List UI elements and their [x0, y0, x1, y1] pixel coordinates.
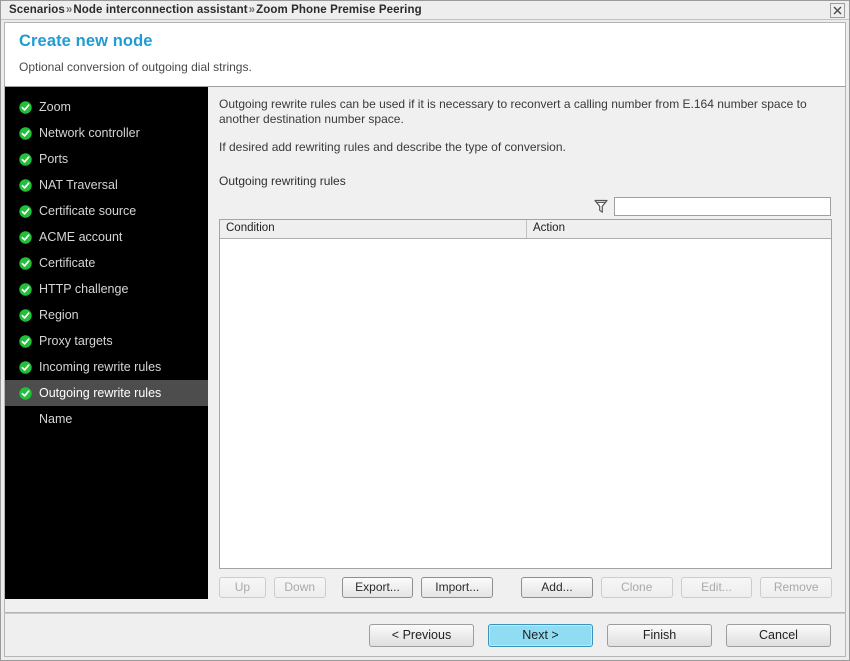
rules-table: Condition Action — [219, 219, 832, 569]
sidebar-item-label: Zoom — [39, 100, 71, 114]
check-circle-icon — [19, 334, 32, 348]
table-column-condition[interactable]: Condition — [220, 220, 527, 238]
sidebar-item-incoming-rewrite-rules[interactable]: Incoming rewrite rules — [5, 354, 208, 380]
filter-row — [219, 197, 832, 216]
check-circle-icon — [19, 204, 32, 218]
up-button: Up — [219, 577, 266, 598]
sidebar-item-label: Incoming rewrite rules — [39, 360, 162, 374]
sidebar-item-label: Outgoing rewrite rules — [39, 386, 162, 400]
check-circle-icon — [19, 100, 32, 114]
close-button[interactable] — [830, 2, 845, 18]
breadcrumb-item-scenarios[interactable]: Scenarios — [9, 4, 65, 16]
check-circle-icon — [19, 256, 32, 270]
sidebar-item-outgoing-rewrite-rules[interactable]: Outgoing rewrite rules — [5, 380, 208, 406]
check-circle-icon — [19, 178, 32, 192]
sidebar-item-label: Ports — [39, 152, 69, 166]
next-button[interactable]: Next > — [488, 623, 593, 647]
cancel-button[interactable]: Cancel — [726, 623, 831, 647]
wizard-window: Scenarios »Node interconnection assistant… — [0, 0, 850, 661]
body-area: Zoom Network controller Ports NAT Traversal… — [4, 87, 846, 613]
sidebar-item-label: Proxy targets — [39, 334, 113, 348]
main-content: Outgoing rewrite rules can be used if it… — [208, 87, 845, 612]
breadcrumb-item-assistant[interactable]: Node interconnection assistant — [73, 4, 247, 16]
description-secondary: If desired add rewriting rules and descr… — [219, 140, 566, 154]
header-panel: Create new node Optional conversion of o… — [4, 22, 846, 87]
edit-button: Edit... — [680, 577, 753, 598]
page-subtitle: Optional conversion of outgoing dial str… — [19, 60, 252, 74]
check-circle-icon — [19, 360, 32, 374]
export-button[interactable]: Export... — [341, 577, 414, 598]
page-title: Create new node — [19, 32, 153, 50]
sidebar-item-certificate[interactable]: Certificate — [5, 250, 208, 276]
import-button[interactable]: Import... — [421, 577, 494, 598]
breadcrumb-separator: » — [248, 4, 256, 16]
check-circle-icon — [19, 126, 32, 140]
sidebar-item-label: ACME account — [39, 230, 123, 244]
sidebar-item-label: Name — [39, 412, 73, 426]
table-header-row: Condition Action — [220, 220, 831, 239]
sidebar-item-label: Certificate source — [39, 204, 137, 218]
sidebar-item-nat-traversal[interactable]: NAT Traversal — [5, 172, 208, 198]
sidebar-item-label: Network controller — [39, 126, 140, 140]
previous-button[interactable]: < Previous — [369, 623, 474, 647]
table-column-action[interactable]: Action — [527, 220, 831, 238]
title-bar: Scenarios »Node interconnection assistant… — [1, 1, 849, 20]
table-toolbar: Up Down Export... Import... Add... Clone Edit.… — [219, 577, 833, 598]
add-button[interactable]: Add... — [521, 577, 593, 598]
down-button: Down — [273, 577, 326, 598]
check-circle-icon — [19, 152, 32, 166]
sidebar-item-label: Certificate — [39, 256, 96, 270]
sidebar-item-ports[interactable]: Ports — [5, 146, 208, 172]
sidebar-item-http-challenge[interactable]: HTTP challenge — [5, 276, 208, 302]
close-icon — [831, 4, 844, 17]
check-circle-icon — [19, 282, 32, 296]
section-label-outgoing-rules: Outgoing rewriting rules — [219, 174, 346, 188]
sidebar-item-zoom[interactable]: Zoom — [5, 94, 208, 120]
sidebar-item-name[interactable]: Name — [5, 406, 208, 432]
sidebar-item-acme-account[interactable]: ACME account — [5, 224, 208, 250]
clone-button: Clone — [600, 577, 673, 598]
sidebar-item-network-controller[interactable]: Network controller — [5, 120, 208, 146]
wizard-steps-sidebar: Zoom Network controller Ports NAT Traversal… — [5, 87, 208, 599]
breadcrumb: Scenarios »Node interconnection assistant… — [9, 4, 830, 16]
finish-button[interactable]: Finish — [607, 623, 712, 647]
remove-button: Remove — [760, 577, 833, 598]
check-circle-icon — [19, 308, 32, 322]
sidebar-item-region[interactable]: Region — [5, 302, 208, 328]
sidebar-item-proxy-targets[interactable]: Proxy targets — [5, 328, 208, 354]
breadcrumb-item-current: Zoom Phone Premise Peering — [256, 4, 422, 16]
table-body[interactable] — [220, 239, 831, 568]
sidebar-item-label: NAT Traversal — [39, 178, 118, 192]
filter-input[interactable] — [614, 197, 831, 216]
check-circle-icon — [19, 230, 32, 244]
sidebar-item-certificate-source[interactable]: Certificate source — [5, 198, 208, 224]
description-primary: Outgoing rewrite rules can be used if it… — [219, 97, 807, 126]
wizard-footer: < Previous Next > Finish Cancel — [4, 613, 846, 657]
sidebar-item-label: HTTP challenge — [39, 282, 129, 296]
funnel-icon[interactable] — [593, 198, 609, 215]
check-circle-icon — [19, 386, 32, 400]
sidebar-item-label: Region — [39, 308, 79, 322]
